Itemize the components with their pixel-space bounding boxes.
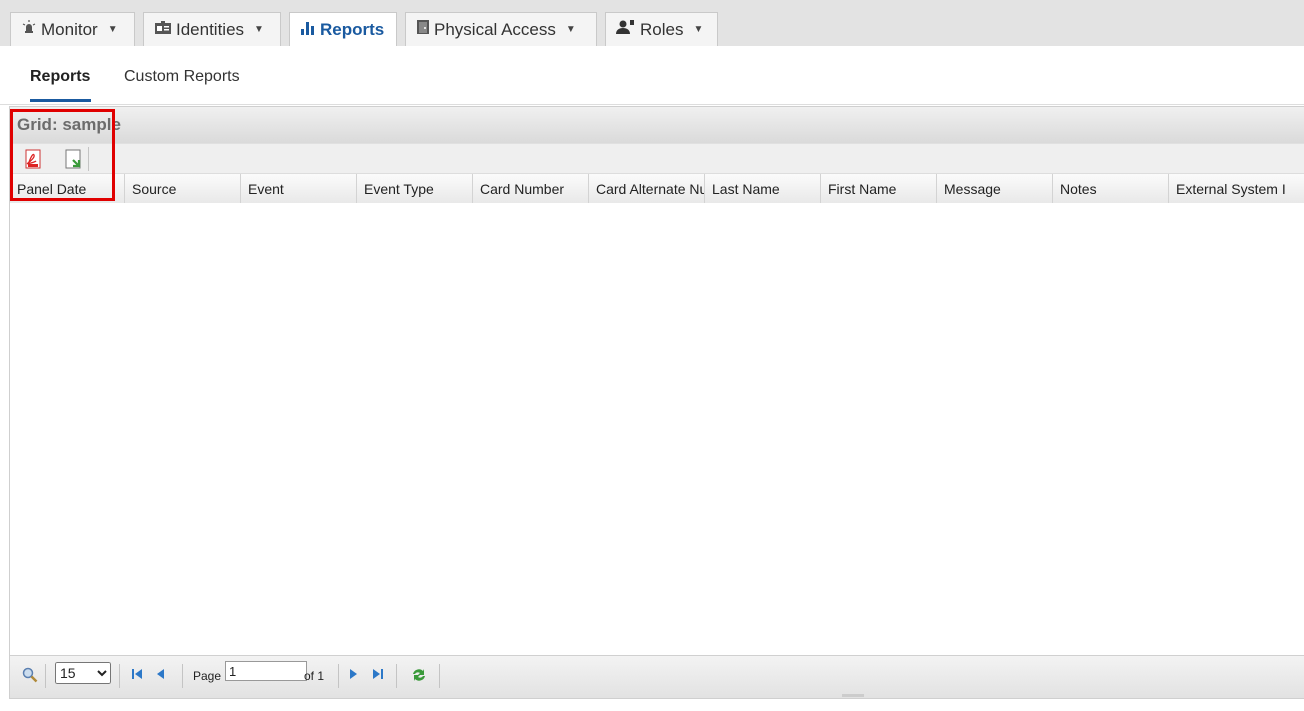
tab-physical-access-label: Physical Access [434, 19, 556, 39]
top-tab-bar: Monitor ▼ Identities ▼ Reports Physical … [0, 0, 1304, 47]
tab-monitor[interactable]: Monitor ▼ [10, 12, 135, 46]
grid-panel: Grid: sample Panel Date Source Event Eve… [9, 106, 1304, 699]
tab-reports-label: Reports [320, 20, 385, 39]
active-subnav-indicator [30, 99, 91, 102]
column-header-message[interactable]: Message [937, 174, 1053, 204]
pager-separator [338, 664, 339, 688]
users-icon [616, 19, 636, 40]
page-label: Page [193, 669, 222, 683]
highlight-box [10, 109, 115, 201]
grid-title: Grid: sample [10, 107, 1304, 143]
tab-monitor-label: Monitor [41, 19, 98, 39]
next-page-icon[interactable] [348, 668, 358, 683]
alarm-light-icon [21, 19, 37, 40]
door-icon [416, 19, 430, 40]
tab-reports[interactable]: Reports [289, 12, 397, 47]
grid-body [10, 203, 1304, 656]
tab-roles[interactable]: Roles ▼ [605, 12, 718, 46]
refresh-icon[interactable] [410, 666, 428, 687]
chevron-down-icon: ▼ [254, 24, 264, 35]
grid-header-row: Panel Date Source Event Event Type Card … [10, 173, 1304, 205]
chevron-down-icon: ▼ [693, 24, 704, 35]
pager-separator [119, 664, 120, 688]
tab-identities[interactable]: Identities ▼ [143, 12, 281, 46]
pager-separator [182, 664, 183, 688]
subnav-reports[interactable]: Reports [30, 68, 90, 86]
pager-separator [45, 664, 46, 688]
sub-navigation: Reports Custom Reports [0, 46, 1304, 105]
page-number-input[interactable] [225, 661, 307, 681]
column-header-first-name[interactable]: First Name [821, 174, 937, 204]
id-card-icon [154, 20, 172, 40]
column-header-card-number[interactable]: Card Number [473, 174, 589, 204]
last-page-icon[interactable] [370, 668, 384, 683]
resize-handle[interactable] [842, 694, 864, 697]
tab-physical-access[interactable]: Physical Access ▼ [405, 12, 597, 46]
grid-pager: 15 Page of 1 [10, 655, 1304, 698]
page-size-select[interactable]: 15 [55, 662, 111, 684]
subnav-custom-reports[interactable]: Custom Reports [124, 68, 240, 86]
page-count-label: of 1 [304, 669, 325, 683]
column-header-event[interactable]: Event [241, 174, 357, 204]
first-page-icon[interactable] [131, 668, 145, 683]
column-header-source[interactable]: Source [125, 174, 241, 204]
search-icon[interactable] [22, 667, 38, 686]
column-header-event-type[interactable]: Event Type [357, 174, 473, 204]
chevron-down-icon: ▼ [565, 24, 576, 35]
tab-identities-label: Identities [176, 19, 245, 39]
bar-chart-icon [300, 20, 316, 41]
column-header-last-name[interactable]: Last Name [705, 174, 821, 204]
grid-toolbar [10, 143, 1304, 174]
column-header-notes[interactable]: Notes [1053, 174, 1169, 204]
pager-separator [439, 664, 440, 688]
pager-separator [396, 664, 397, 688]
chevron-down-icon: ▼ [107, 24, 118, 35]
column-header-card-alternate-number[interactable]: Card Alternate Nu [589, 174, 705, 204]
column-header-external-system[interactable]: External System I [1169, 174, 1304, 204]
previous-page-icon[interactable] [156, 668, 166, 683]
tab-roles-label: Roles [640, 19, 684, 39]
